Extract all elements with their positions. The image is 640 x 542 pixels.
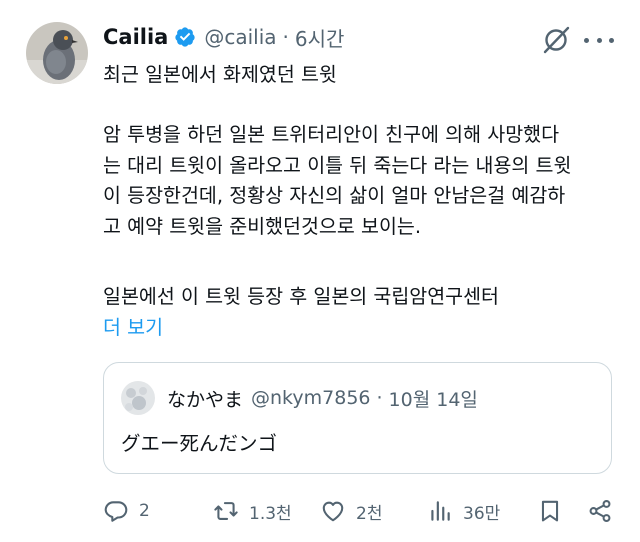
tweet-line: 최근 일본에서 화제였던 트윗 [103, 63, 337, 86]
quoted-tweet[interactable]: なかやま @nkym7856 · 10월 14일 グエー死んだンゴ [103, 362, 612, 474]
bookmark-icon [541, 500, 559, 522]
tweet-line: 일본에선 이 트윗 등장 후 일본의 국립암연구센터 [103, 285, 499, 308]
heart-icon [322, 501, 344, 522]
quoted-timestamp[interactable]: 10월 14일 [389, 385, 478, 412]
tweet-line: 이 등장한건데, 정황상 자신의 삶이 얼마 안남은걸 예감하 [103, 184, 566, 207]
tweet-text-paragraph: 일본에선 이 트윗 등장 후 일본의 국립암연구센터 [103, 282, 623, 313]
reply-button[interactable]: 2 [103, 494, 150, 528]
views-button[interactable]: 36만 [427, 494, 500, 528]
like-count: 2천 [356, 503, 383, 524]
repost-icon [214, 502, 238, 520]
share-button[interactable] [587, 494, 613, 528]
tweet-header: Cailia @cailia · 6시간 [103, 22, 344, 52]
verified-badge-icon [174, 26, 196, 48]
tweet-text-title: 최근 일본에서 화제였던 트윗 [103, 60, 623, 91]
more-options-icon[interactable] [584, 28, 614, 52]
quoted-handle[interactable]: @nkym7856 [251, 387, 370, 409]
views-icon [431, 501, 450, 521]
quoted-header: なかやま @nkym7856 · 10월 14일 [167, 383, 478, 413]
repost-count: 1.3천 [249, 503, 292, 524]
separator-dot: · [376, 387, 383, 409]
quoted-display-name[interactable]: なかやま [167, 385, 243, 412]
share-icon [589, 500, 611, 522]
tweet-line: 고 예약 트윗을 준비했던것으로 보이는. [103, 214, 422, 238]
show-more-link[interactable]: 더 보기 [103, 311, 163, 340]
quoted-avatar[interactable] [121, 381, 155, 415]
views-count: 36만 [463, 503, 501, 524]
timestamp[interactable]: 6시간 [295, 23, 345, 52]
author-handle[interactable]: @cailia [204, 25, 276, 49]
pigeon-avatar-icon [26, 22, 88, 84]
grok-icon[interactable] [541, 25, 571, 55]
tweet-line: 는 대리 트윗이 올라오고 이틀 뒤 죽는다 라는 내용의 트윗 [103, 153, 572, 177]
reply-count: 2 [139, 501, 150, 521]
repost-button[interactable]: 1.3천 [213, 494, 292, 528]
separator-dot: · [282, 25, 289, 49]
quoted-avatar-icon [121, 381, 155, 415]
bookmark-button[interactable] [537, 494, 563, 528]
action-bar: 2 1.3천 2천 36만 [103, 494, 623, 528]
reply-icon [104, 501, 128, 522]
quoted-text: グエー死んだンゴ [121, 432, 278, 455]
avatar[interactable] [26, 22, 88, 84]
author-display-name[interactable]: Cailia [103, 25, 168, 49]
tweet-line: 암 투병을 하던 일본 트위터리안이 친구에 의해 사망했다 [103, 123, 560, 146]
tweet-text-paragraph: 암 투병을 하던 일본 트위터리안이 친구에 의해 사망했다 는 대리 트윗이 … [103, 120, 623, 242]
like-button[interactable]: 2천 [320, 494, 382, 528]
